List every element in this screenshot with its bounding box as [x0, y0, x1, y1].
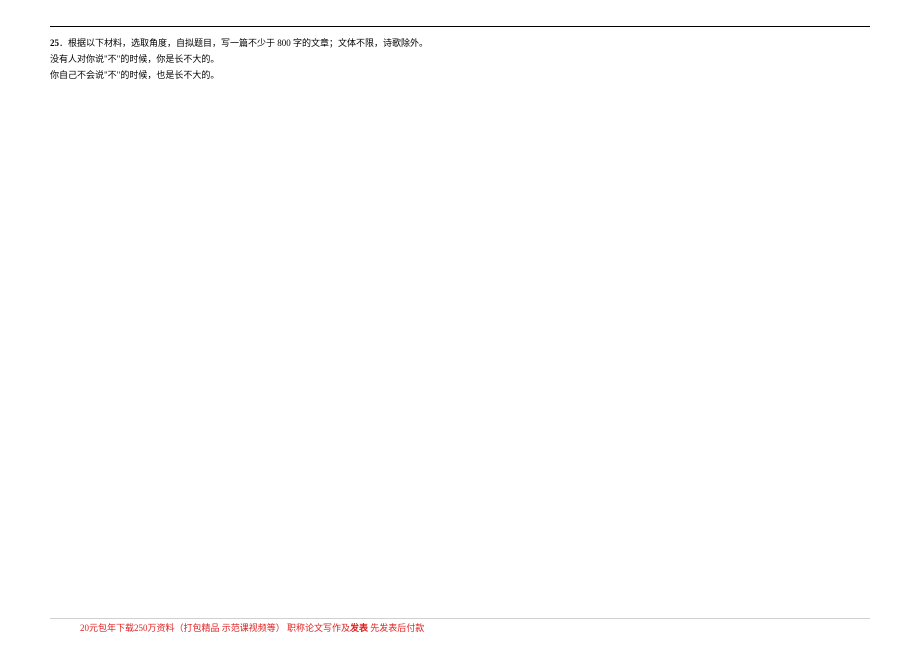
- footer-divider: [50, 618, 870, 619]
- material-line-1: 没有人对你说"不"的时候，你是长不大的。: [50, 51, 870, 67]
- footer-part3: 先发表后付款: [368, 623, 424, 633]
- footer-part2-bold: 发表: [350, 623, 368, 633]
- question-prompt-text: ．根据以下材料，选取角度，自拟题目，写一篇不少于 800 字的文章；文体不限，诗…: [59, 38, 428, 48]
- question-prompt-line: 25．根据以下材料，选取角度，自拟题目，写一篇不少于 800 字的文章；文体不限…: [50, 35, 870, 51]
- top-divider: [50, 26, 870, 27]
- material-line-2: 你自己不会说"不"的时候，也是长不大的。: [50, 67, 870, 83]
- footer-text: 20元包年下载250万资料（打包精品 示范课视频等） 职称论文写作及发表 先发表…: [50, 621, 870, 635]
- question-number: 25: [50, 38, 59, 48]
- page-footer: 20元包年下载250万资料（打包精品 示范课视频等） 职称论文写作及发表 先发表…: [50, 618, 870, 635]
- footer-part1: 20元包年下载250万资料（打包精品 示范课视频等） 职称论文写作及: [80, 623, 350, 633]
- document-page: 25．根据以下材料，选取角度，自拟题目，写一篇不少于 800 字的文章；文体不限…: [0, 0, 920, 83]
